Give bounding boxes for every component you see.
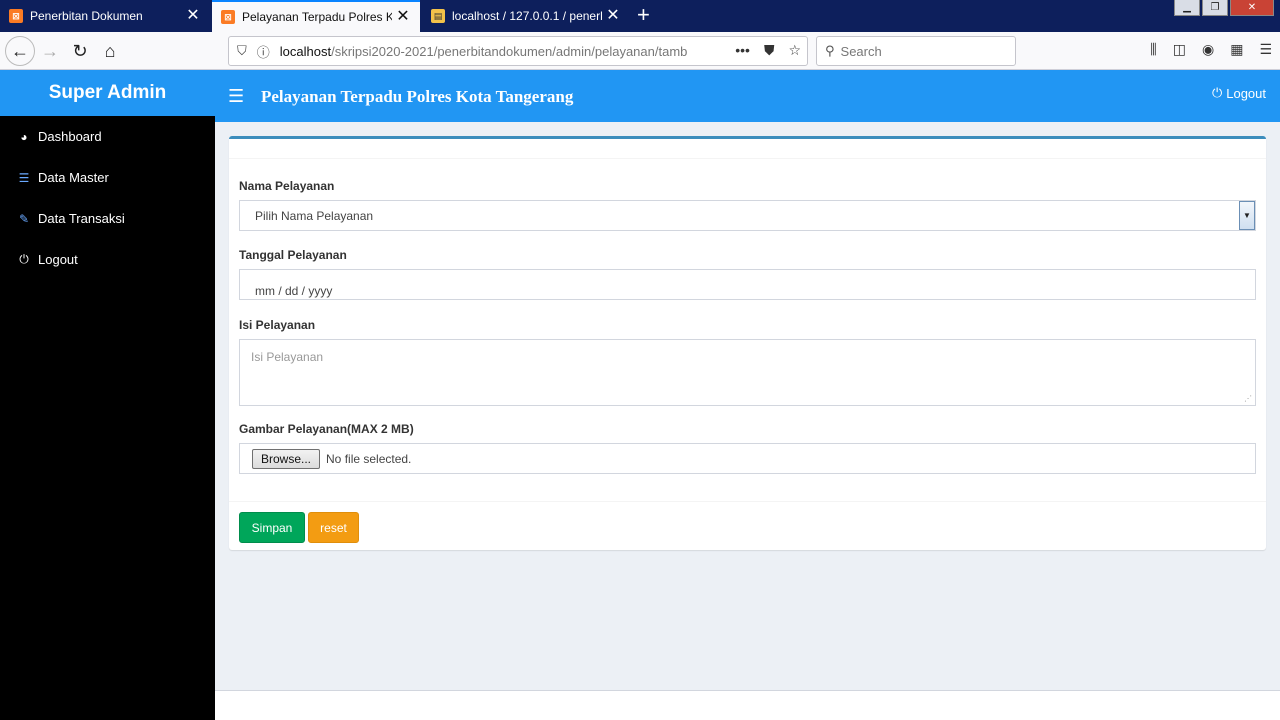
sidebar-item-logout[interactable]: ⏻ Logout xyxy=(0,239,215,280)
sidebar: Super Admin ◕ Dashboard ☰ Data Master ✎ … xyxy=(0,70,215,720)
gambar-pelayanan-file-input[interactable]: Browse... No file selected. xyxy=(239,443,1256,474)
url-path: /skripsi2020-2021/penerbitandokumen/admi… xyxy=(331,43,688,59)
info-icon[interactable]: ⓘ xyxy=(257,42,270,61)
sidebar-item-data-transaksi[interactable]: ✎ Data Transaksi xyxy=(0,198,215,239)
reload-button[interactable]: ↻ xyxy=(66,37,94,65)
address-bar[interactable]: ⛉ ⓘ localhost /skripsi2020-2021/penerbit… xyxy=(228,36,808,66)
url-actions: ••• ⛊ ☆ xyxy=(735,42,801,59)
minimize-button[interactable]: ▁ xyxy=(1174,0,1200,16)
page-title: Pelayanan Terpadu Polres Kota Tangerang xyxy=(261,87,574,106)
browser-tools: ⫼ ◫ ◉ ▦ ☰ xyxy=(1150,41,1272,58)
nama-pelayanan-label: Nama Pelayanan xyxy=(239,179,335,193)
form-box: Nama Pelayanan Pilih Nama Pelayanan ▼ Ta… xyxy=(229,136,1266,550)
select-value: Pilih Nama Pelayanan xyxy=(255,208,374,223)
power-icon: ⏻ xyxy=(19,252,29,266)
page-actions-icon[interactable]: ••• xyxy=(735,42,750,59)
list-icon: ☰ xyxy=(18,170,30,185)
sidebar-item-label: Dashboard xyxy=(38,129,102,144)
url-host: localhost xyxy=(279,43,332,59)
pocket-icon[interactable]: ⛊ xyxy=(764,42,775,59)
save-button[interactable]: Simpan xyxy=(239,512,305,543)
form-group-nama: Nama Pelayanan Pilih Nama Pelayanan ▼ xyxy=(239,179,1256,231)
form-group-gambar: Gambar Pelayanan(MAX 2 MB) Browse... No … xyxy=(239,422,1256,474)
tab-title: Penerbitan Dokumen xyxy=(30,9,143,23)
shield-icon[interactable]: ⛉ xyxy=(237,43,247,59)
box-header xyxy=(229,139,1266,159)
search-input[interactable]: ⚲ Search xyxy=(816,36,1016,66)
form-group-isi: Isi Pelayanan Isi Pelayanan ⋰ xyxy=(239,318,1256,406)
logout-label: Logout xyxy=(1226,85,1266,101)
account-icon[interactable]: ◉ xyxy=(1202,41,1214,58)
hamburger-menu-icon[interactable]: ☰ xyxy=(228,86,244,107)
sidebar-item-data-master[interactable]: ☰ Data Master xyxy=(0,157,215,198)
isi-pelayanan-textarea[interactable]: Isi Pelayanan ⋰ xyxy=(239,339,1256,406)
tab-title: Pelayanan Terpadu Polres Kota xyxy=(242,10,392,24)
sidebar-toggle-icon[interactable]: ◫ xyxy=(1173,41,1186,58)
browser-tab-phpmyadmin[interactable]: ▤ localhost / 127.0.0.1 / penerbita ✕ xyxy=(422,0,630,32)
form-group-tanggal: Tanggal Pelayanan mm / dd / yyyy xyxy=(239,248,1256,300)
box-footer: Simpan reset xyxy=(229,501,1266,553)
resize-grip-icon[interactable]: ⋰ xyxy=(1244,394,1252,403)
nama-pelayanan-select[interactable]: Pilih Nama Pelayanan ▼ xyxy=(239,200,1256,231)
phpmyadmin-icon: ▤ xyxy=(431,9,445,23)
sidebar-item-label: Data Transaksi xyxy=(38,211,125,226)
main-content: Nama Pelayanan Pilih Nama Pelayanan ▼ Ta… xyxy=(215,122,1280,690)
close-icon[interactable]: ✕ xyxy=(602,8,624,24)
window-close-button[interactable]: ✕ xyxy=(1230,0,1274,16)
home-button[interactable]: ⌂ xyxy=(96,37,124,65)
search-placeholder: Search xyxy=(840,43,882,59)
menu-icon[interactable]: ☰ xyxy=(1259,41,1272,58)
close-icon[interactable]: ✕ xyxy=(182,8,204,24)
date-placeholder: mm / dd / yyyy xyxy=(255,283,333,298)
maximize-button[interactable]: ❐ xyxy=(1202,0,1228,16)
browse-button[interactable]: Browse... xyxy=(252,448,321,469)
browser-toolbar: ← → ↻ ⌂ ⛉ ⓘ localhost /skripsi2020-2021/… xyxy=(0,32,1280,70)
library-icon[interactable]: ⫼ xyxy=(1150,41,1156,58)
chevron-down-icon[interactable]: ▼ xyxy=(1239,201,1255,230)
gambar-pelayanan-label: Gambar Pelayanan(MAX 2 MB) xyxy=(239,422,414,436)
xampp-icon: ⊠ xyxy=(221,10,235,24)
forward-button[interactable]: → xyxy=(36,37,64,65)
window-controls: ▁ ❐ ✕ xyxy=(1174,0,1274,16)
tanggal-pelayanan-input[interactable]: mm / dd / yyyy xyxy=(239,269,1256,300)
new-tab-button[interactable]: + xyxy=(637,4,650,26)
browser-tab-strip: ⊠ Penerbitan Dokumen ✕ ⊠ Pelayanan Terpa… xyxy=(0,0,1280,32)
file-status: No file selected. xyxy=(326,451,412,466)
sidebar-item-dashboard[interactable]: ◕ Dashboard xyxy=(0,116,215,157)
browser-tab-penerbitan[interactable]: ⊠ Penerbitan Dokumen ✕ xyxy=(0,0,210,32)
tab-title: localhost / 127.0.0.1 / penerbita xyxy=(452,9,602,23)
search-icon: ⚲ xyxy=(825,43,835,58)
page-footer xyxy=(215,690,1280,720)
reset-button[interactable]: reset xyxy=(308,512,359,543)
app-header: ☰ Pelayanan Terpadu Polres Kota Tangeran… xyxy=(215,70,1280,122)
edit-icon: ✎ xyxy=(18,211,30,226)
sidebar-item-label: Logout xyxy=(38,252,78,267)
browser-tab-pelayanan[interactable]: ⊠ Pelayanan Terpadu Polres Kota ✕ xyxy=(212,0,420,32)
sidebar-item-label: Data Master xyxy=(38,170,109,185)
bookmark-star-icon[interactable]: ☆ xyxy=(788,42,801,59)
logout-link[interactable]: ⏻ Logout xyxy=(1212,85,1266,101)
tanggal-pelayanan-label: Tanggal Pelayanan xyxy=(239,248,347,262)
dashboard-icon: ◕ xyxy=(20,129,28,144)
back-button[interactable]: ← xyxy=(5,36,35,66)
close-icon[interactable]: ✕ xyxy=(392,9,414,25)
extensions-icon[interactable]: ▦ xyxy=(1230,41,1243,58)
textarea-placeholder: Isi Pelayanan xyxy=(251,350,324,364)
brand-logo[interactable]: Super Admin xyxy=(0,70,215,116)
isi-pelayanan-label: Isi Pelayanan xyxy=(239,318,316,332)
power-icon: ⏻ xyxy=(1211,85,1223,100)
xampp-icon: ⊠ xyxy=(9,9,23,23)
